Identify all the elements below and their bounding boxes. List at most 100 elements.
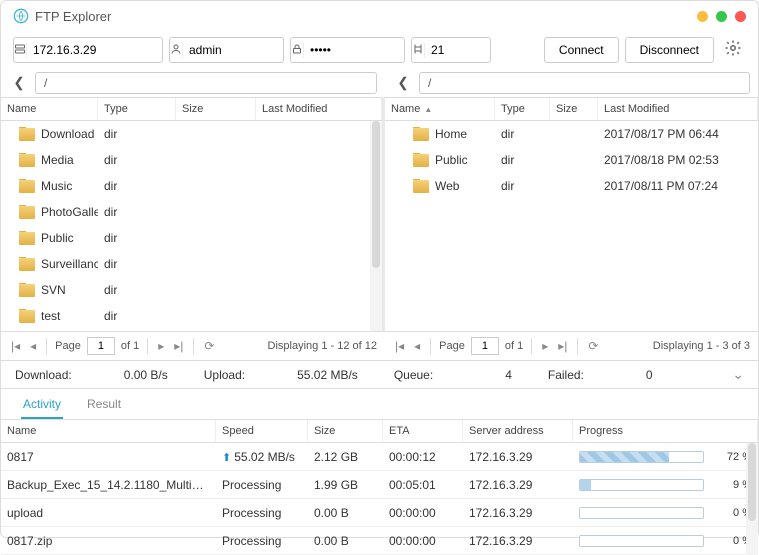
item-type: dir <box>98 205 176 219</box>
remote-path[interactable]: / <box>419 72 750 94</box>
act-col-speed[interactable]: Speed <box>216 420 308 442</box>
tab-result[interactable]: Result <box>85 393 123 419</box>
page-number-input[interactable] <box>87 337 115 355</box>
activity-scrollbar[interactable] <box>746 443 758 555</box>
folder-icon <box>19 206 35 219</box>
act-eta: 00:00:12 <box>383 450 463 464</box>
act-size: 2.12 GB <box>308 450 383 464</box>
tab-activity[interactable]: Activity <box>21 393 63 419</box>
page-of-label: of 1 <box>121 340 139 352</box>
act-col-name[interactable]: Name <box>1 420 216 442</box>
list-item[interactable]: Public dir 2017/08/18 PM 02:53 <box>385 147 758 173</box>
folder-icon <box>19 284 35 297</box>
user-field[interactable] <box>169 37 284 63</box>
page-first-button[interactable]: |◂ <box>9 339 22 353</box>
page-label: Page <box>439 340 465 352</box>
app-logo-icon <box>13 8 29 24</box>
page-prev-button[interactable]: ◂ <box>412 339 422 353</box>
page-next-button[interactable]: ▸ <box>540 339 550 353</box>
list-item[interactable]: PhotoGalle... dir <box>1 199 382 225</box>
local-col-type[interactable]: Type <box>98 98 176 120</box>
port-field[interactable] <box>411 37 491 63</box>
list-item[interactable]: Web dir 2017/08/11 PM 07:24 <box>385 173 758 199</box>
page-prev-button[interactable]: ◂ <box>28 339 38 353</box>
act-col-size[interactable]: Size <box>308 420 383 442</box>
act-eta: 00:00:00 <box>383 534 463 548</box>
list-item[interactable]: Music dir <box>1 173 382 199</box>
activity-pane: Name Speed Size ETA Server address Progr… <box>1 419 758 555</box>
pass-field[interactable] <box>290 37 405 63</box>
local-scrollbar[interactable] <box>370 121 382 331</box>
list-item[interactable]: SVN dir <box>1 277 382 303</box>
act-server: 172.16.3.29 <box>463 506 573 520</box>
act-size: 0.00 B <box>308 534 383 548</box>
refresh-button[interactable]: ⟳ <box>586 339 600 353</box>
list-item[interactable]: Download dir <box>1 121 382 147</box>
upload-label: Upload: <box>204 368 245 382</box>
local-col-size[interactable]: Size <box>176 98 256 120</box>
item-name: Home <box>435 127 467 141</box>
item-type: dir <box>495 127 550 141</box>
act-col-eta[interactable]: ETA <box>383 420 463 442</box>
table-row[interactable]: 0817.zip Processing 0.00 B 00:00:00 172.… <box>1 527 758 555</box>
item-type: dir <box>98 127 176 141</box>
table-row[interactable]: Backup_Exec_15_14.2.1180_MultiPlatf... P… <box>1 471 758 499</box>
item-modified: 2017/08/18 PM 02:53 <box>598 153 758 167</box>
remote-col-size[interactable]: Size <box>550 98 598 120</box>
failed-value: 0 <box>646 368 653 382</box>
page-last-button[interactable]: ▸| <box>172 339 185 353</box>
list-item[interactable]: Home dir 2017/08/17 PM 06:44 <box>385 121 758 147</box>
act-col-server[interactable]: Server address <box>463 420 573 442</box>
local-col-name[interactable]: Name <box>1 98 98 120</box>
lock-icon <box>291 43 304 58</box>
folder-icon <box>413 154 429 167</box>
item-name: Public <box>435 153 468 167</box>
refresh-button[interactable]: ⟳ <box>202 339 216 353</box>
remote-col-name[interactable]: Name▲ <box>385 98 495 120</box>
list-item[interactable]: Public dir <box>1 225 382 251</box>
maximize-dot[interactable] <box>716 11 727 22</box>
act-col-progress[interactable]: Progress <box>573 420 758 442</box>
host-field[interactable] <box>13 37 163 63</box>
remote-col-type[interactable]: Type <box>495 98 550 120</box>
host-icon <box>14 43 27 58</box>
transfer-stats: Download: 0.00 B/s Upload: 55.02 MB/s Qu… <box>1 361 758 389</box>
page-first-button[interactable]: |◂ <box>393 339 406 353</box>
table-row[interactable]: 0817 ⬆55.02 MB/s 2.12 GB 00:00:12 172.16… <box>1 443 758 471</box>
remote-col-modified[interactable]: Last Modified <box>598 98 758 120</box>
disconnect-button[interactable]: Disconnect <box>625 37 714 63</box>
connect-button[interactable]: Connect <box>544 37 619 63</box>
page-next-button[interactable]: ▸ <box>156 339 166 353</box>
act-server: 172.16.3.29 <box>463 534 573 548</box>
list-item[interactable]: Surveillance dir <box>1 251 382 277</box>
list-item[interactable]: Media dir <box>1 147 382 173</box>
remote-back-button[interactable]: ❮ <box>393 73 413 93</box>
item-type: dir <box>98 153 176 167</box>
expand-button[interactable]: ⌄ <box>732 366 744 383</box>
item-type: dir <box>98 283 176 297</box>
item-type: dir <box>98 179 176 193</box>
settings-button[interactable] <box>720 37 746 63</box>
sort-asc-icon: ▲ <box>424 105 432 114</box>
act-name: Backup_Exec_15_14.2.1180_MultiPlatf... <box>1 478 216 492</box>
act-speed: Processing <box>216 534 308 548</box>
connection-toolbar: Connect Disconnect <box>1 31 758 69</box>
failed-label: Failed: <box>548 368 584 382</box>
local-col-modified[interactable]: Last Modified <box>256 98 382 120</box>
local-back-button[interactable]: ❮ <box>9 73 29 93</box>
list-item[interactable]: test dir <box>1 303 382 329</box>
act-progress: 9 % <box>573 479 758 491</box>
remote-nav: ❮ / <box>385 69 758 97</box>
item-modified: 2017/08/11 PM 07:24 <box>598 179 758 193</box>
minimize-dot[interactable] <box>697 11 708 22</box>
item-name: Surveillance <box>41 257 98 271</box>
titlebar: FTP Explorer <box>1 1 758 31</box>
act-eta: 00:00:00 <box>383 506 463 520</box>
page-last-button[interactable]: ▸| <box>556 339 569 353</box>
local-path[interactable]: / <box>35 72 377 94</box>
table-row[interactable]: upload Processing 0.00 B 00:00:00 172.16… <box>1 499 758 527</box>
folder-icon <box>19 154 35 167</box>
item-name: PhotoGalle... <box>41 205 98 219</box>
close-dot[interactable] <box>735 11 746 22</box>
page-number-input[interactable] <box>471 337 499 355</box>
